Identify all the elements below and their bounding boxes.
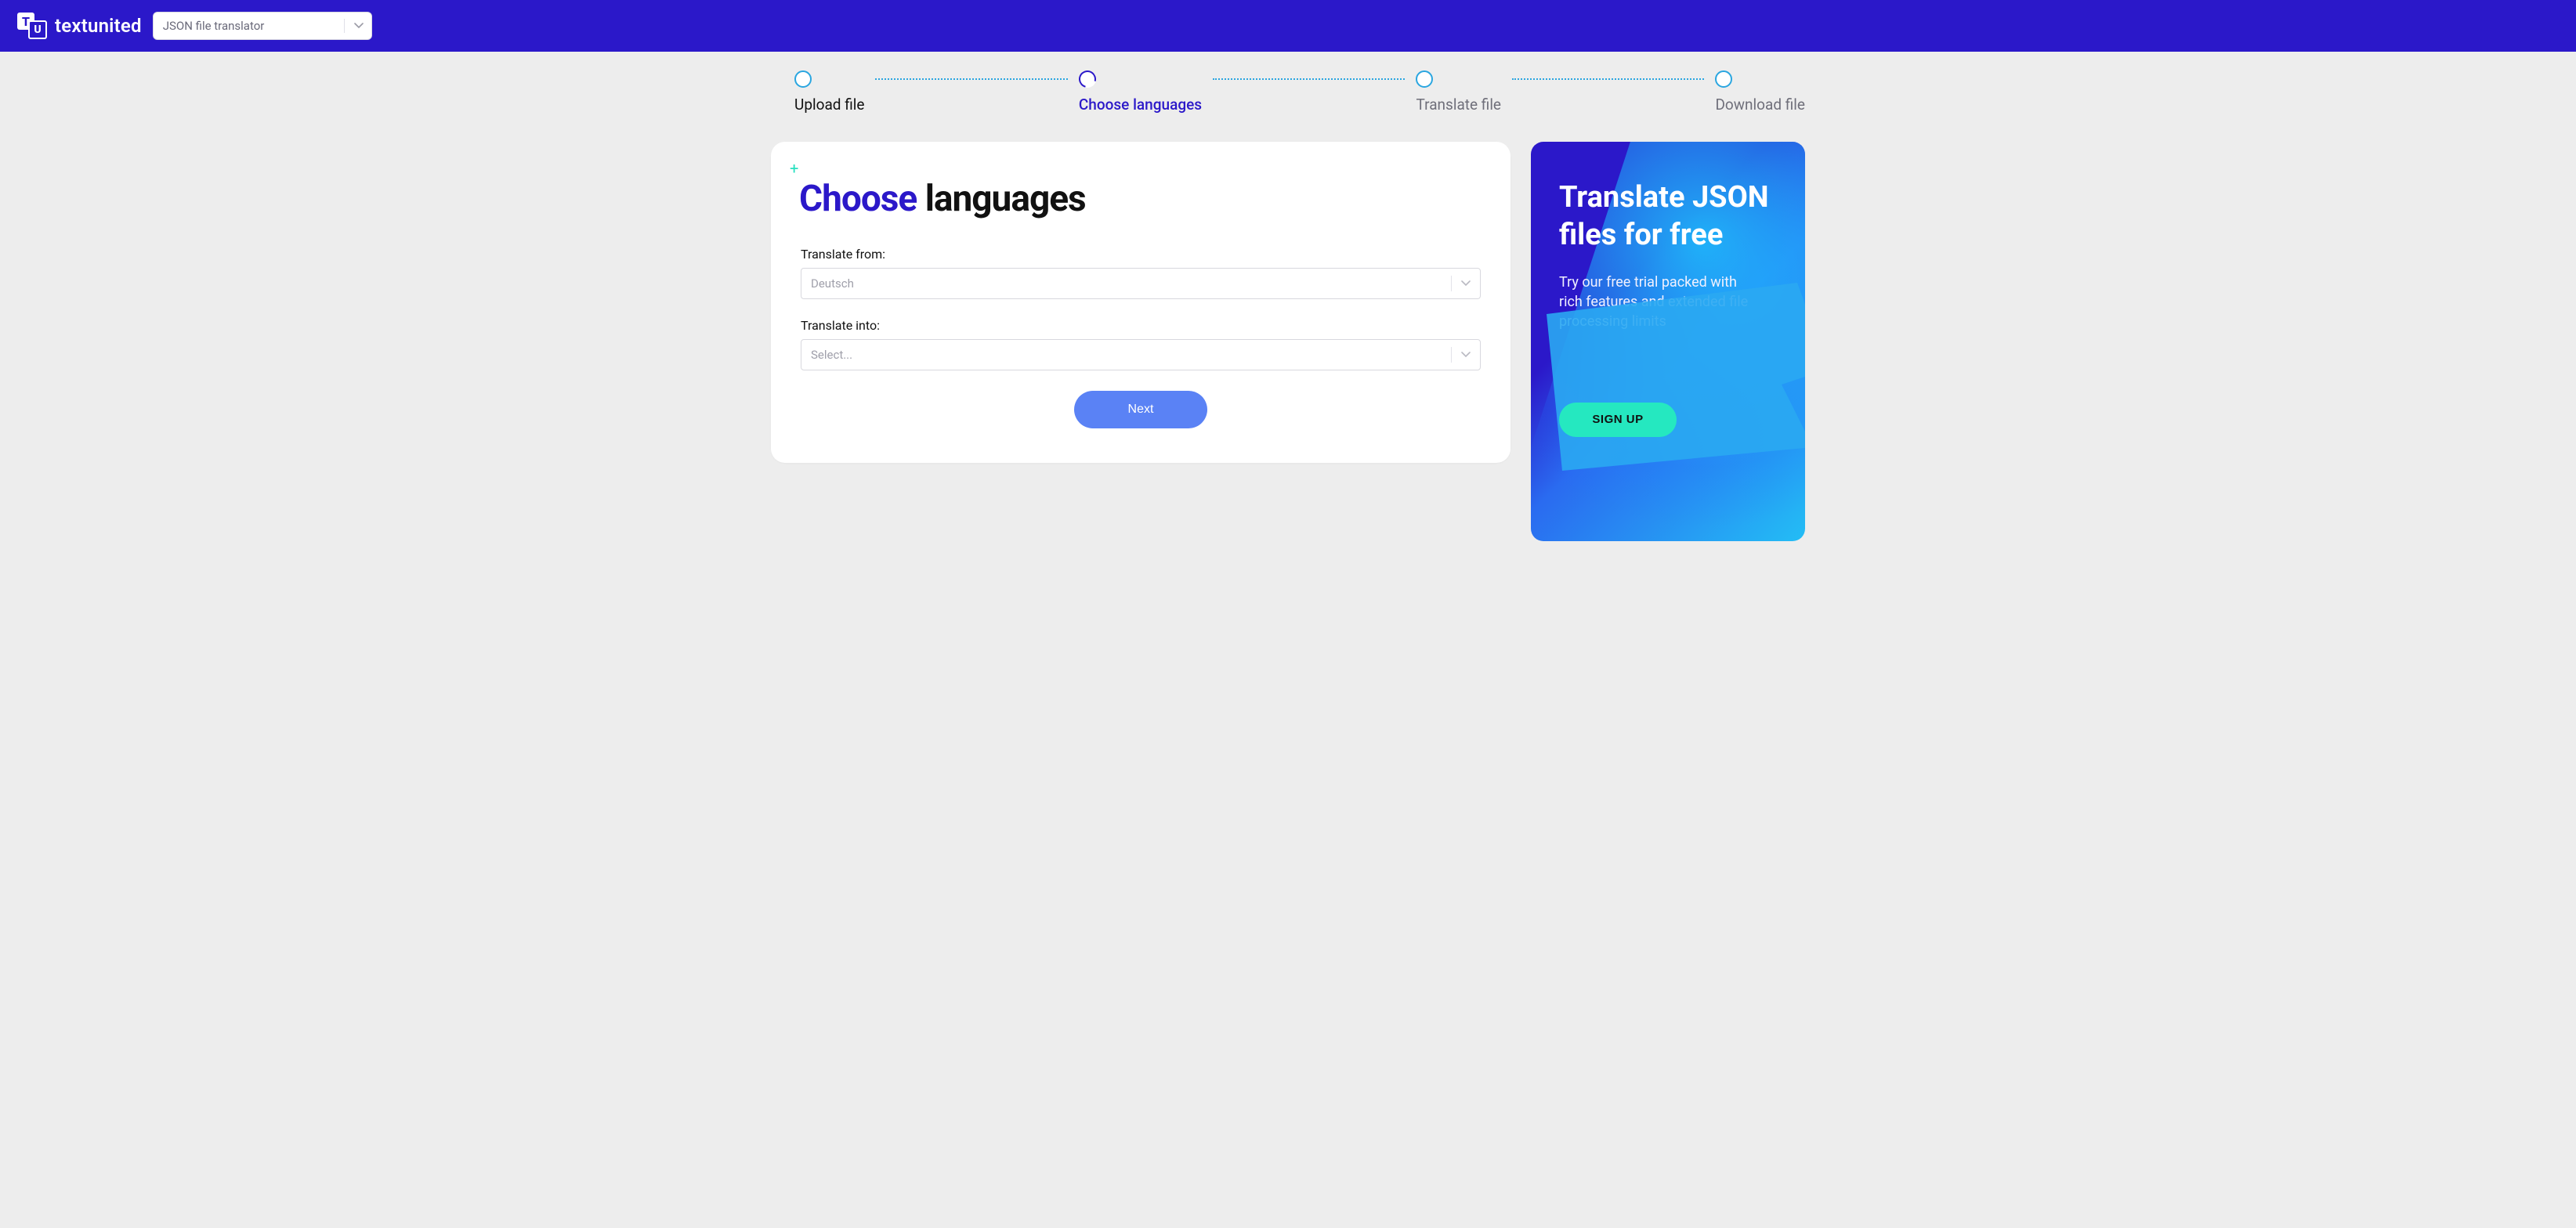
promo-body: Try our free trial packed with rich feat… — [1559, 273, 1763, 332]
select-divider — [1451, 276, 1452, 291]
translate-from-field: Translate from: Deutsch — [799, 247, 1482, 299]
card-title-rest: languages — [925, 178, 1086, 220]
brand[interactable]: T U textunited — [17, 13, 142, 39]
step-label: Download file — [1715, 96, 1805, 114]
step-translate-file[interactable]: Translate file — [1416, 70, 1501, 114]
promo-heading: Translate JSON files for free — [1559, 179, 1777, 254]
select-divider — [1451, 347, 1452, 363]
main-content: + Choose languages Translate from: Deuts… — [771, 142, 1805, 541]
step-circle-icon — [1715, 70, 1732, 88]
brand-logo-icon: T U — [17, 13, 49, 39]
translator-type-value: JSON file translator — [163, 19, 265, 33]
translate-into-placeholder: Select... — [811, 348, 852, 362]
step-connector — [875, 78, 1067, 80]
chevron-down-icon — [1461, 352, 1471, 358]
step-connector — [1512, 78, 1704, 80]
step-circle-icon — [1416, 70, 1433, 88]
next-button[interactable]: Next — [1074, 391, 1207, 428]
translate-from-label: Translate from: — [801, 247, 1481, 262]
step-choose-languages[interactable]: Choose languages — [1079, 70, 1202, 114]
step-upload-file[interactable]: Upload file — [794, 70, 864, 114]
translator-type-select[interactable]: JSON file translator — [153, 12, 372, 40]
choose-languages-card: + Choose languages Translate from: Deuts… — [771, 142, 1511, 463]
card-title: Choose languages — [799, 178, 1482, 220]
wizard-steps: Upload file Choose languages Translate f… — [771, 52, 1805, 123]
chevron-down-icon — [354, 23, 364, 29]
step-label: Upload file — [794, 96, 864, 114]
card-title-accent: Choose — [799, 178, 917, 220]
translate-from-select[interactable]: Deutsch — [801, 268, 1481, 299]
translate-from-value: Deutsch — [811, 276, 854, 291]
select-divider — [344, 19, 345, 33]
translate-into-field: Translate into: Select... — [799, 318, 1482, 370]
step-circle-icon — [1076, 67, 1099, 91]
chevron-down-icon — [1461, 280, 1471, 287]
translate-into-select[interactable]: Select... — [801, 339, 1481, 370]
step-label: Choose languages — [1079, 96, 1202, 114]
sign-up-button[interactable]: SIGN UP — [1559, 403, 1677, 437]
step-circle-icon — [794, 70, 812, 88]
promo-panel: Translate JSON files for free Try our fr… — [1531, 142, 1805, 541]
plus-deco-icon: + — [790, 159, 798, 178]
app-header: T U textunited JSON file translator — [0, 0, 2576, 52]
step-connector — [1213, 78, 1405, 80]
translate-into-label: Translate into: — [801, 318, 1481, 333]
step-label: Translate file — [1416, 96, 1501, 114]
step-download-file[interactable]: Download file — [1715, 70, 1805, 114]
brand-text: textunited — [55, 15, 142, 37]
